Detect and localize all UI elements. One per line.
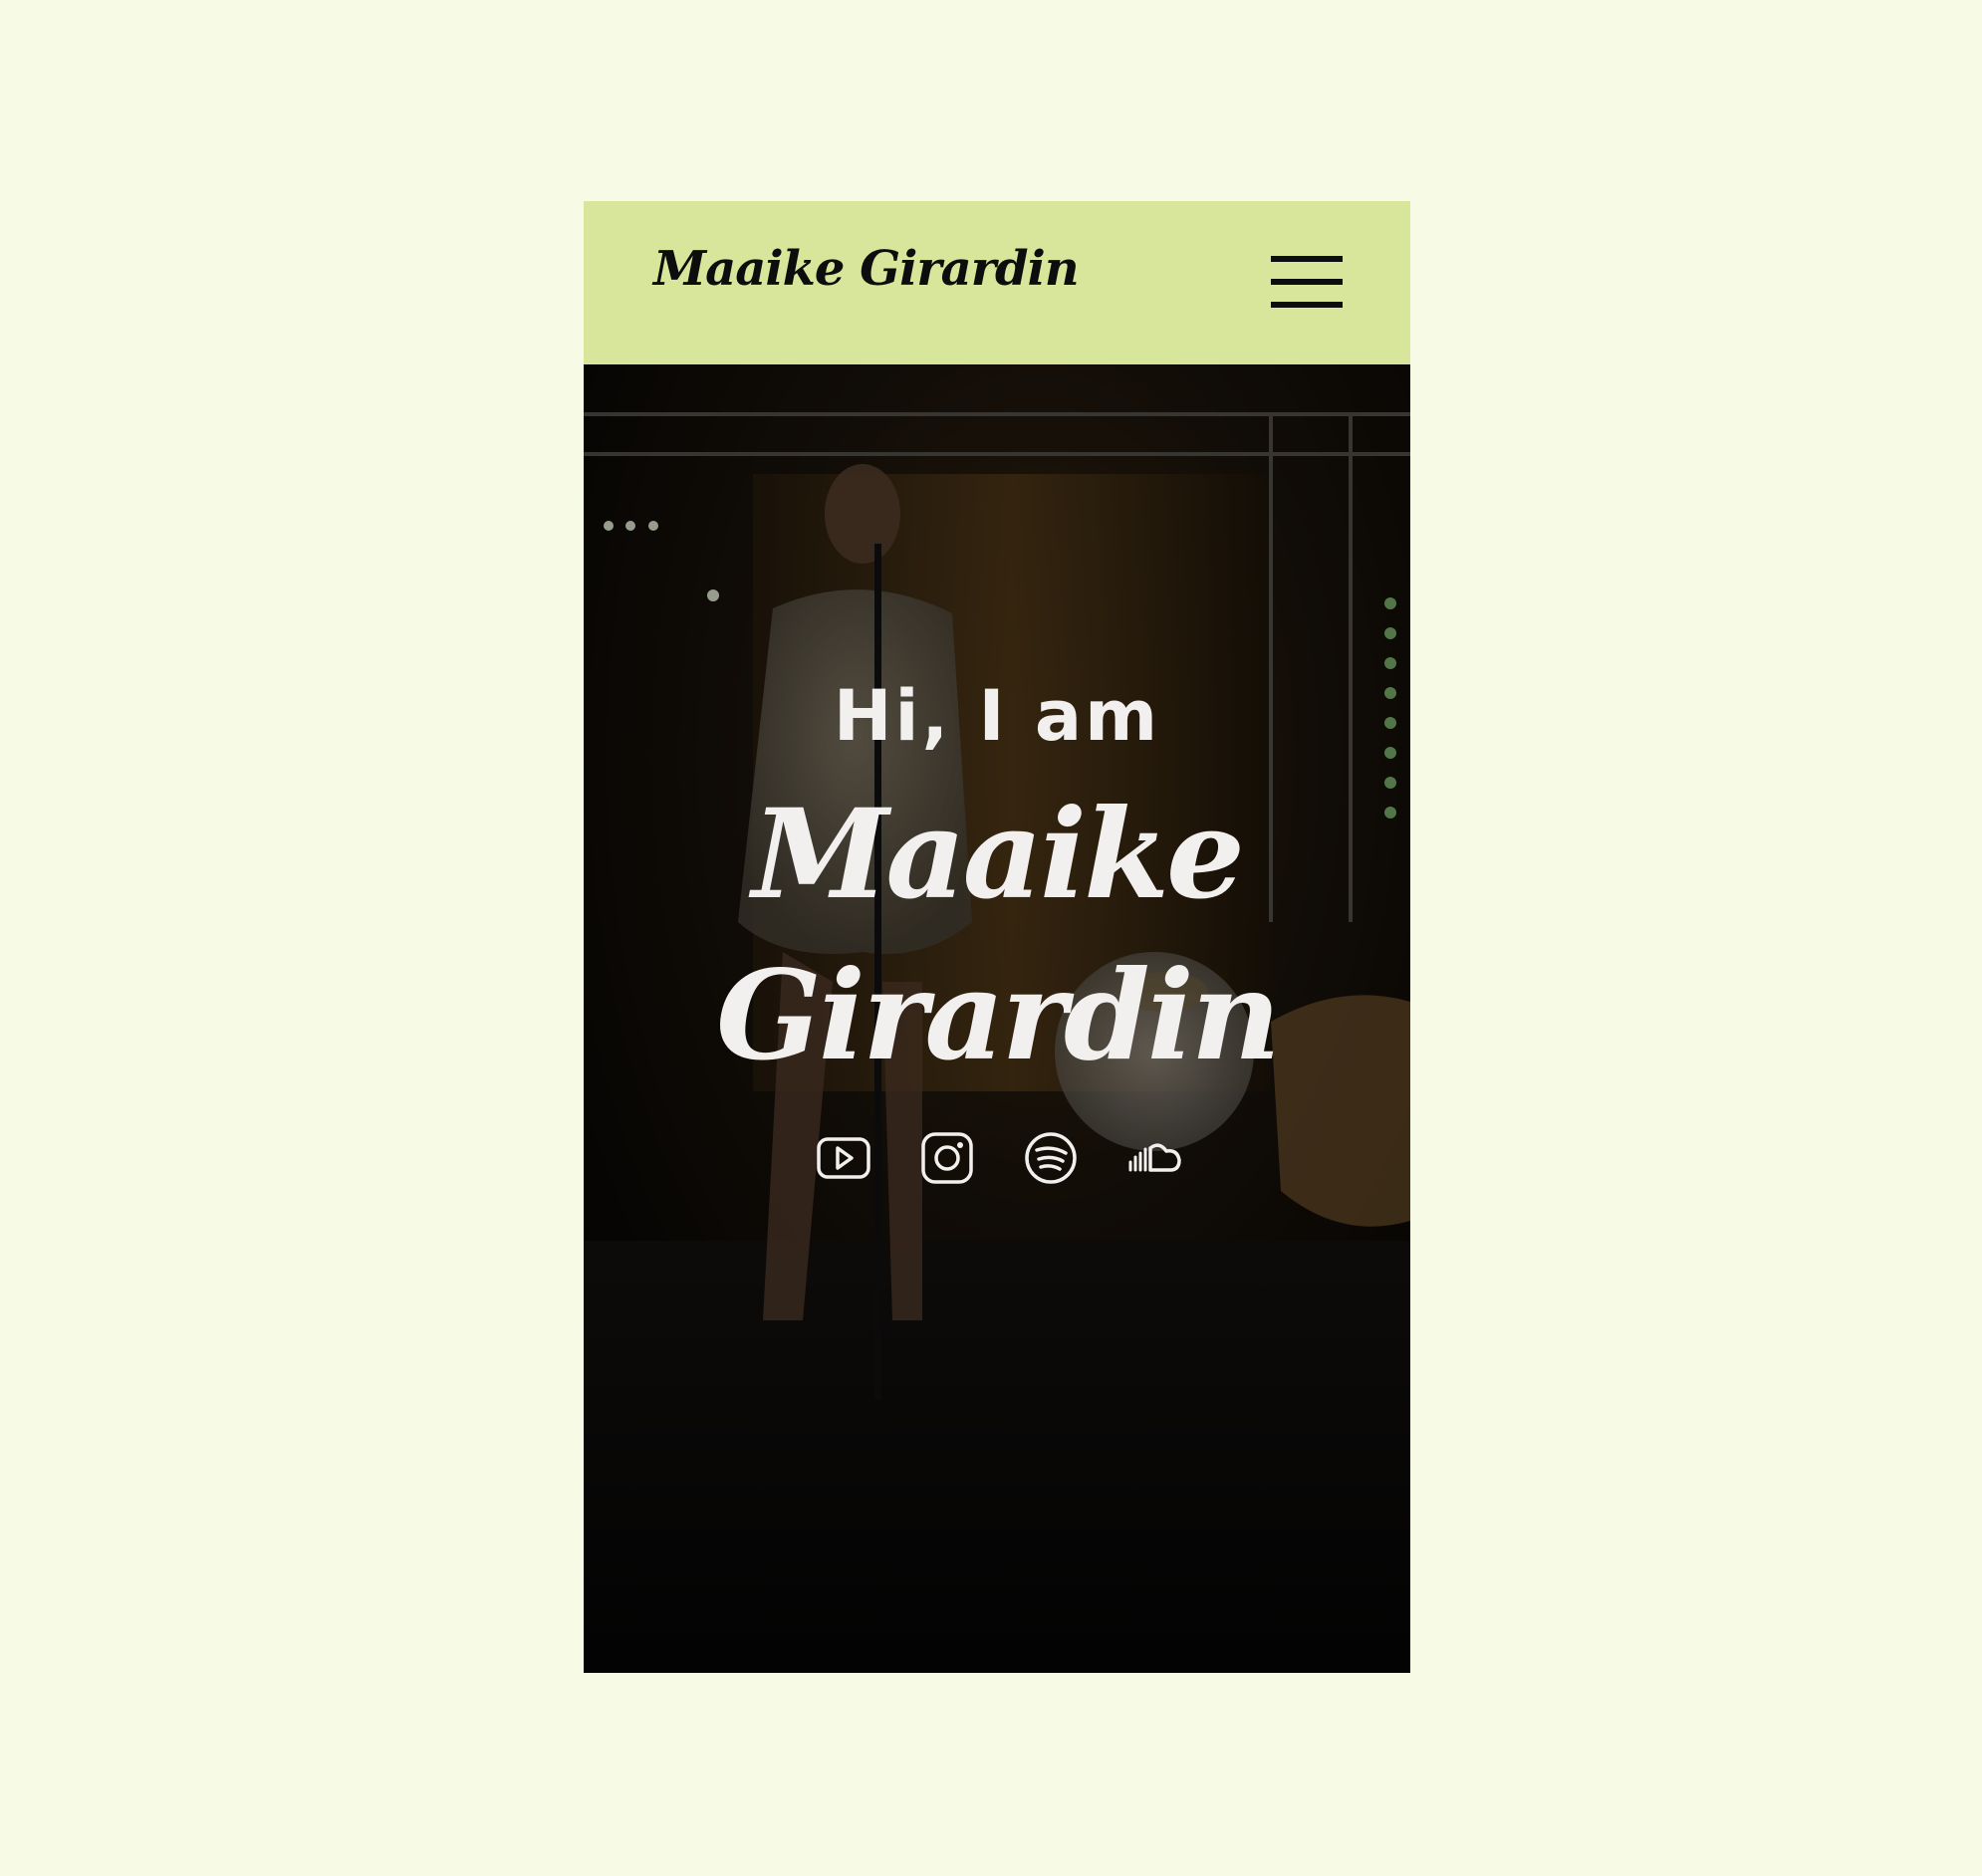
instagram-icon[interactable]	[918, 1129, 976, 1187]
hero-name-first: Maaike	[752, 783, 1245, 927]
youtube-icon[interactable]	[815, 1129, 872, 1187]
hero-greeting: Hi, I am	[833, 675, 1161, 757]
mobile-site-frame: Maaike Girardin Hi, I am Maaike Girardin	[584, 201, 1410, 1673]
spotify-icon[interactable]	[1022, 1129, 1080, 1187]
site-header: Maaike Girardin	[584, 201, 1410, 364]
soundcloud-icon[interactable]	[1125, 1129, 1183, 1187]
hero-name-last: Girardin	[716, 944, 1281, 1088]
hamburger-menu-icon[interactable]	[1271, 256, 1343, 308]
hero-section: Hi, I am Maaike Girardin	[584, 364, 1410, 1673]
site-logo[interactable]: Maaike Girardin	[653, 241, 1080, 297]
